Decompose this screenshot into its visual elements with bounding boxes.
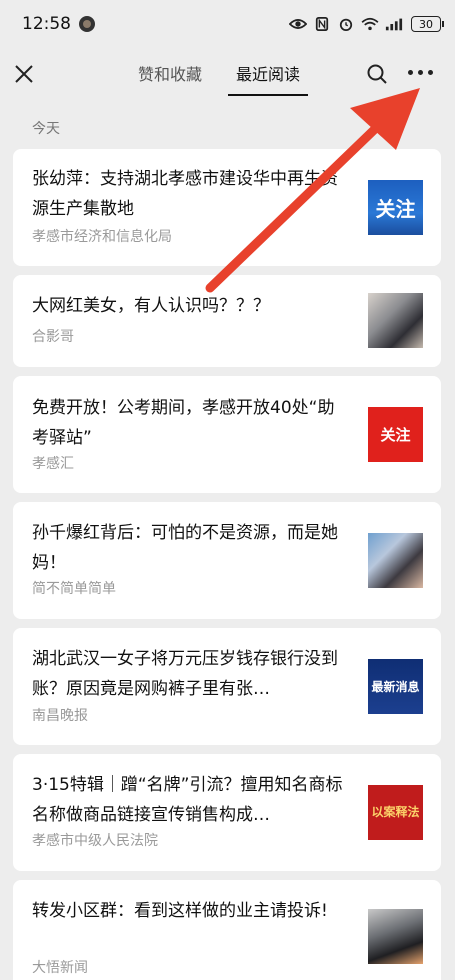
alarm-icon — [339, 18, 353, 31]
article-card[interactable]: 张幼萍：支持湖北孝感市建设华中再生资源生产集散地 孝感市经济和信息化局 关注 — [13, 149, 441, 266]
status-bar: 12:58 30 — [0, 0, 455, 48]
eye-icon — [289, 19, 307, 29]
tab-likes-favorites[interactable]: 赞和收藏 — [138, 48, 202, 102]
close-icon[interactable] — [12, 62, 36, 86]
article-title: 张幼萍：支持湖北孝感市建设华中再生资源生产集散地 — [32, 169, 338, 219]
more-dot-icon — [418, 70, 423, 75]
article-thumbnail: 关注 — [368, 407, 423, 462]
article-thumbnail — [368, 909, 423, 964]
article-title: 孙千爆红背后：可怕的不是资源，而是她妈！ — [32, 523, 338, 573]
article-thumbnail — [368, 293, 423, 348]
article-source: 孝感汇 — [32, 456, 74, 472]
article-card[interactable]: 大网红美女，有人认识吗？？？ 合影哥 — [13, 275, 441, 367]
article-card[interactable]: 孙千爆红背后：可怕的不是资源，而是她妈！ 简不简单简单 — [13, 502, 441, 619]
article-card[interactable]: 转发小区群：看到这样做的业主请投诉! 大悟新闻 — [13, 880, 441, 980]
article-source: 孝感市经济和信息化局 — [32, 229, 172, 245]
status-icons: 30 — [289, 16, 444, 32]
article-thumbnail: 关注 — [368, 180, 423, 235]
article-card[interactable]: 3·15特辑｜蹭“名牌”引流？擅用知名商标名称做商品链接宣传销售构成… 孝感市中… — [13, 754, 441, 871]
article-title: 转发小区群：看到这样做的业主请投诉! — [32, 901, 328, 921]
nfc-icon — [315, 17, 329, 31]
article-card[interactable]: 免费开放！公考期间，孝感开放40处“助考驿站” 孝感汇 关注 — [13, 376, 441, 493]
article-list: 张幼萍：支持湖北孝感市建设华中再生资源生产集散地 孝感市经济和信息化局 关注 大… — [13, 149, 441, 980]
signal-icon — [385, 18, 403, 31]
top-nav: 赞和收藏 最近阅读 — [0, 48, 455, 102]
article-card[interactable]: 湖北武汉一女子将万元压岁钱存银行没到账？原因竟是网购裤子里有张… 南昌晚报 最新… — [13, 628, 441, 745]
article-source: 大悟新闻 — [32, 960, 88, 976]
article-thumbnail: 最新消息 — [368, 659, 423, 714]
article-title: 免费开放！公考期间，孝感开放40处“助考驿站” — [32, 398, 335, 448]
article-source: 合影哥 — [32, 329, 74, 345]
tab-recent-reading[interactable]: 最近阅读 — [228, 48, 309, 102]
article-source: 简不简单简单 — [32, 581, 116, 597]
article-source: 孝感市中级人民法院 — [32, 833, 158, 849]
article-source: 南昌晚报 — [32, 708, 88, 724]
article-title: 3·15特辑｜蹭“名牌”引流？擅用知名商标名称做商品链接宣传销售构成… — [32, 775, 343, 825]
more-dot-icon — [408, 70, 413, 75]
app-notification-icon — [79, 16, 95, 32]
section-label-today: 今天 — [32, 121, 60, 137]
battery-indicator: 30 — [411, 16, 444, 32]
search-icon[interactable] — [366, 63, 388, 85]
more-options-button[interactable] — [408, 70, 438, 78]
article-title: 大网红美女，有人认识吗？？？ — [32, 296, 270, 316]
article-thumbnail — [368, 533, 423, 588]
wifi-icon — [361, 17, 379, 31]
article-thumbnail: 以案释法 — [368, 785, 423, 840]
tab-bar: 赞和收藏 最近阅读 — [138, 48, 309, 102]
more-dot-icon — [428, 70, 433, 75]
status-time: 12:58 — [22, 14, 71, 34]
article-title: 湖北武汉一女子将万元压岁钱存银行没到账？原因竟是网购裤子里有张… — [32, 649, 338, 699]
